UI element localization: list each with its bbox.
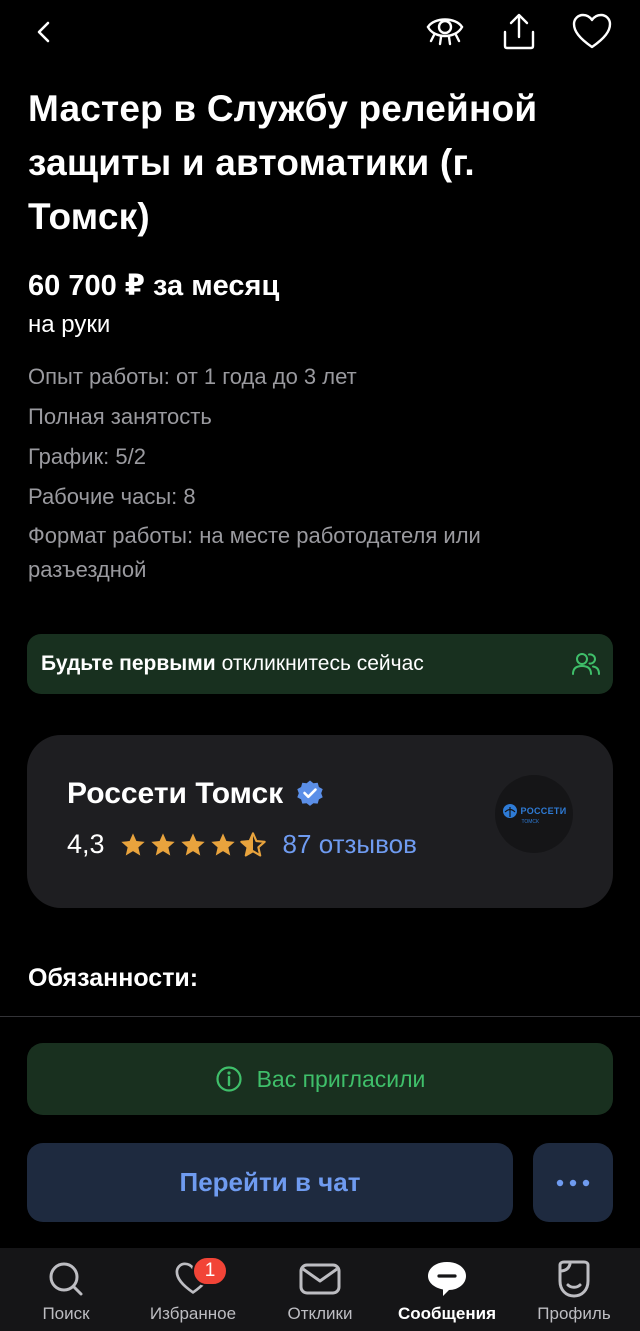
tab-icon-wrap xyxy=(426,1260,468,1298)
banner-bold-text: Будьте первыми xyxy=(41,652,216,675)
rosseti-logo-icon xyxy=(502,804,517,818)
verified-badge-icon xyxy=(295,779,325,809)
star-icon xyxy=(120,832,145,855)
company-name: Россети Томск xyxy=(67,777,284,810)
profile-icon xyxy=(558,1260,590,1298)
search-icon xyxy=(49,1262,83,1296)
tab-responses[interactable]: Отклики xyxy=(256,1248,384,1331)
be-first-banner[interactable]: Будьте первыми откликнитесь сейчас xyxy=(27,634,613,694)
tab-icon-wrap xyxy=(46,1260,86,1298)
detail-hours: Рабочие часы: 8 xyxy=(28,484,196,509)
invited-label: Вас пригласили xyxy=(256,1065,426,1092)
logo-inner: РОССЕТИ ТОМСК xyxy=(502,803,567,825)
people-icon xyxy=(571,649,601,685)
rating-row: 4,3 87 отзывов xyxy=(67,829,417,860)
invited-status: Вас пригласили xyxy=(27,1043,613,1115)
more-options-button[interactable] xyxy=(533,1143,613,1222)
favorite-button[interactable] xyxy=(568,8,616,56)
heart-icon xyxy=(572,13,612,49)
rating-score: 4,3 xyxy=(67,829,105,859)
divider xyxy=(0,1016,640,1017)
hide-vacancy-button[interactable] xyxy=(421,8,469,56)
favorites-count-badge: 1 xyxy=(192,1256,228,1286)
bottom-tab-bar: Поиск 1 Избранное Отклики Сообщения Проф… xyxy=(0,1248,640,1331)
reviews-link[interactable]: 87 отзывов xyxy=(283,829,417,860)
tab-label: Поиск xyxy=(42,1304,90,1323)
tab-icon-wrap: 1 xyxy=(174,1256,228,1298)
tab-favorites[interactable]: 1 Избранное xyxy=(129,1248,257,1331)
logo-row: РОССЕТИ xyxy=(502,803,567,819)
share-icon xyxy=(503,13,535,50)
back-button[interactable] xyxy=(20,8,68,56)
company-card[interactable]: Россети Томск 4,3 87 отзывов РОССЕТИ ТОМ… xyxy=(27,735,613,908)
star-icon xyxy=(210,832,235,855)
tab-icon-wrap xyxy=(299,1260,341,1298)
salary-note: на руки xyxy=(28,311,111,338)
star-icon xyxy=(150,832,175,855)
company-logo[interactable]: РОССЕТИ ТОМСК xyxy=(495,775,573,853)
more-dots-icon xyxy=(556,1179,590,1186)
tab-label: Сообщения xyxy=(398,1304,496,1323)
vacancy-details: Опыт работы: от 1 года до 3 лет Полная з… xyxy=(28,359,588,591)
logo-sub-text: ТОМСК xyxy=(521,819,539,825)
company-name-row[interactable]: Россети Томск xyxy=(67,777,325,811)
rating-stars xyxy=(119,831,267,859)
go-to-chat-button[interactable]: Перейти в чат xyxy=(27,1143,513,1222)
duties-title: Обязанности: xyxy=(28,964,199,992)
tab-icon-wrap xyxy=(555,1260,593,1298)
detail-employment: Полная занятость xyxy=(28,404,212,429)
star-half-icon xyxy=(239,831,266,857)
envelope-icon xyxy=(299,1263,341,1295)
tab-search[interactable]: Поиск xyxy=(2,1248,130,1331)
top-bar xyxy=(0,0,640,64)
banner-text: откликнитесь сейчас xyxy=(221,652,424,675)
chevron-left-icon xyxy=(37,21,50,43)
star-icon xyxy=(180,832,205,855)
vacancy-title: Мастер в Службу релейной защиты и автома… xyxy=(28,88,538,237)
salary: 60 700 ₽ за месяц xyxy=(28,270,280,302)
chat-bubble-icon xyxy=(428,1262,466,1296)
share-button[interactable] xyxy=(495,8,543,56)
tab-messages[interactable]: Сообщения xyxy=(383,1248,511,1331)
detail-schedule: График: 5/2 xyxy=(28,444,146,469)
detail-work-format: Формат работы: на месте работодателя или… xyxy=(28,523,481,582)
info-icon xyxy=(215,1065,243,1093)
vacancy-page: Мастер в Службу релейной защиты и автома… xyxy=(0,0,640,1331)
tab-label: Отклики xyxy=(287,1304,353,1323)
tab-profile[interactable]: Профиль xyxy=(510,1248,638,1331)
tab-label: Профиль xyxy=(537,1304,611,1323)
eye-closed-icon xyxy=(426,18,464,46)
logo-text: РОССЕТИ xyxy=(520,806,567,816)
detail-experience: Опыт работы: от 1 года до 3 лет xyxy=(28,364,357,389)
tab-label: Избранное xyxy=(149,1304,237,1323)
